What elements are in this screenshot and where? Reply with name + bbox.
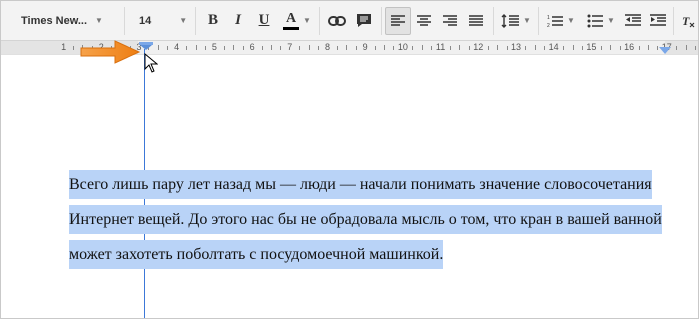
ruler-tick [223,46,225,50]
ruler-tick [157,45,159,50]
ruler-number: 8 [324,42,331,52]
bold-button[interactable]: B [202,1,224,40]
ruler-number: 4 [174,42,180,52]
text-color-swatch [283,26,300,30]
ruler-tick [647,45,649,50]
chevron-down-icon: ▼ [179,16,188,25]
font-size-value: 14 [139,14,152,27]
comment-icon[interactable] [352,1,376,40]
align-justify-icon[interactable] [464,1,488,40]
ruler-tick [534,45,536,50]
chevron-down-icon: ▼ [303,16,311,25]
ruler-tick [695,46,697,50]
document-paragraph[interactable]: Всего лишь пару лет назад мы — люди — на… [69,167,669,272]
font-family-dropdown[interactable]: Times New... ▼ [1,1,123,40]
right-indent-marker[interactable] [658,47,672,55]
ruler-tick [195,45,197,50]
ruler-tick [270,45,272,50]
ruler-tick [318,46,320,50]
text-color-letter: A [285,10,297,26]
ruler-tick [525,46,527,50]
ruler-number: 1 [61,42,67,52]
ruler-tick [600,46,602,50]
ruler-tick [572,45,574,50]
ruler-tick [204,46,206,50]
ruler-tick [412,46,414,50]
underline-button[interactable]: U [253,1,275,40]
italic-button[interactable]: I [227,1,249,40]
chevron-down-icon: ▼ [95,16,103,25]
ruler-number: 13 [510,42,522,52]
ruler-tick [374,46,376,50]
ruler-number: 15 [586,42,597,52]
chevron-down-icon: ▼ [607,16,615,25]
ruler-tick [581,46,583,50]
ruler-tick [242,46,244,50]
ruler-tick [563,46,565,50]
mouse-cursor-icon [144,53,158,73]
annotation-arrow-icon [80,40,141,64]
ruler-tick [346,45,348,50]
ruler-tick [167,46,169,50]
clear-formatting-icon[interactable]: T [678,1,698,40]
ruler-tick [308,45,310,50]
left-indent-marker[interactable] [139,42,153,50]
ruler-number: 16 [624,42,635,52]
ruler-number: 6 [249,42,255,52]
ruler-number: 11 [435,42,446,52]
ruler-tick [355,46,357,50]
ruler-tick [544,46,546,50]
ruler-tick [233,45,235,50]
ruler-tick [73,46,75,50]
ruler-number: 7 [287,42,293,52]
ruler-tick [638,46,640,50]
decrease-indent-icon[interactable] [621,1,645,40]
ruler-number: 14 [548,42,559,52]
text-color-button[interactable]: A ▼ [280,1,314,40]
ruler-tick [497,45,499,50]
ruler-tick [261,46,263,50]
ruler-number: 9 [362,42,368,52]
ruler-tick [487,46,489,50]
align-center-icon[interactable] [412,1,436,40]
ruler-tick [610,45,612,50]
line-spacing-icon[interactable]: ▼ [498,1,534,40]
ruler-tick [450,46,452,50]
svg-text:T: T [682,14,690,28]
numbered-list-icon[interactable]: 1 2 ▼ [542,1,580,40]
ruler-tick [431,46,433,50]
ruler-tick [459,45,461,50]
selected-text: Всего лишь пару лет назад мы — люди — на… [69,170,662,269]
font-size-dropdown[interactable]: 14 ▼ [125,1,195,40]
ruler-tick [393,46,395,50]
chevron-down-icon: ▼ [567,16,575,25]
ruler-tick [676,46,678,50]
ruler-tick [506,46,508,50]
svg-text:1: 1 [547,15,550,21]
ruler-tick [619,46,621,50]
link-icon[interactable] [325,1,349,40]
ruler-tick [280,46,282,50]
ruler-tick [299,46,301,50]
align-left-icon[interactable] [385,7,411,35]
ruler-tick [685,45,687,50]
increase-indent-icon[interactable] [646,1,670,40]
docs-editor: Times New... ▼ 14 ▼ B I U A ▼ ▼ 1 2 ▼ ▼ … [0,0,699,319]
ruler-number: 12 [473,42,484,52]
chevron-down-icon: ▼ [523,16,531,25]
ruler-number: 10 [397,42,408,52]
bulleted-list-icon[interactable]: ▼ [582,1,620,40]
ruler-tick [336,46,338,50]
ruler-number: 5 [211,42,217,52]
ruler-tick [384,45,386,50]
ruler-tick [421,45,423,50]
svg-text:2: 2 [547,23,550,28]
font-family-value: Times New... [21,14,88,27]
formatting-toolbar: Times New... ▼ 14 ▼ B I U A ▼ ▼ 1 2 ▼ ▼ … [1,1,698,41]
align-right-icon[interactable] [438,1,462,40]
ruler-tick [186,46,188,50]
ruler-tick [468,46,470,50]
